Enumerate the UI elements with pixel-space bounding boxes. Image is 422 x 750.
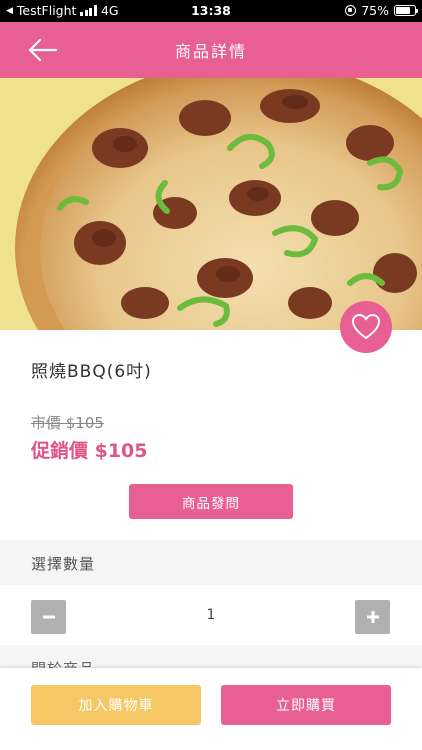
plus-icon	[366, 611, 379, 623]
quantity-decrease-button[interactable]	[31, 600, 66, 634]
quantity-increase-button[interactable]	[355, 600, 390, 634]
battery-percent: 75%	[361, 3, 389, 18]
orientation-lock-icon	[345, 5, 357, 16]
quantity-stepper: 1	[0, 585, 422, 645]
pizza-photo	[0, 78, 422, 330]
related-section-header: 開於商品	[0, 645, 422, 670]
heart-icon	[351, 313, 381, 340]
buy-now-button[interactable]: 立即購買	[221, 685, 391, 725]
product-image	[0, 78, 422, 330]
battery-icon	[394, 5, 418, 16]
quantity-label: 選擇數量	[31, 555, 96, 573]
quantity-value: 1	[206, 607, 216, 623]
add-to-cart-button[interactable]: 加入購物車	[31, 685, 201, 725]
status-bar: ◀ TestFlight 4G 13:38 75%	[0, 0, 422, 22]
minus-icon	[42, 615, 55, 619]
status-right: 75%	[345, 3, 418, 18]
bottom-action-bar: 加入購物車 立即購買	[0, 668, 422, 750]
page-title: 商品詳情	[174, 42, 247, 61]
quantity-section-header: 選擇數量	[0, 540, 422, 585]
promo-price: 促銷價 $105	[31, 440, 148, 462]
product-name: 照燒BBQ(6吋)	[31, 362, 152, 382]
favorite-button[interactable]	[340, 301, 392, 353]
original-price: 市價 $105	[31, 414, 104, 432]
navigation-bar: 商品詳情	[0, 22, 422, 78]
ask-question-button[interactable]: 商品發問	[129, 484, 293, 519]
